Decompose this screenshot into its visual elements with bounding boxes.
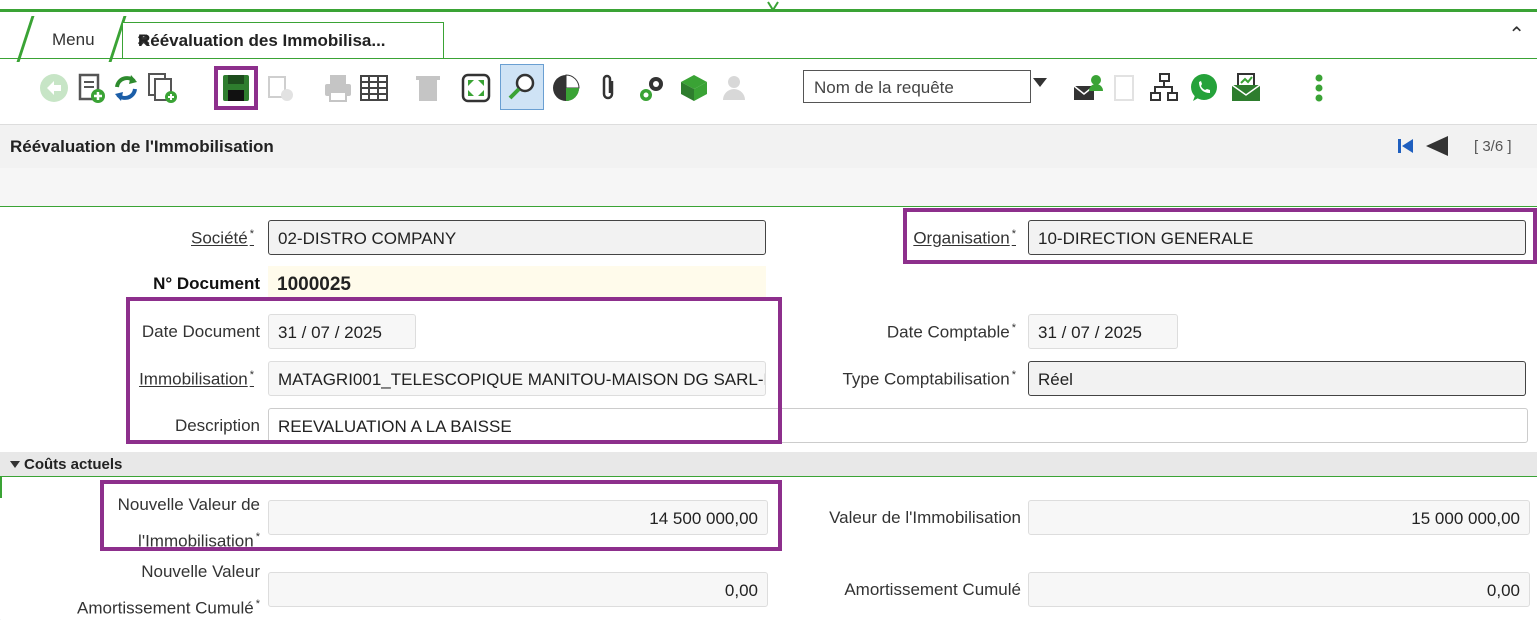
section-couts-actuels[interactable]: Coûts actuels xyxy=(0,452,1537,477)
chart-icon[interactable] xyxy=(548,68,584,108)
document-no-field[interactable]: 1000025 xyxy=(268,266,766,301)
record-counter: [ 3/6 ] xyxy=(1474,138,1512,155)
user-icon[interactable] xyxy=(718,68,754,108)
print-icon[interactable] xyxy=(320,68,356,108)
document-no-label: N° Document xyxy=(153,274,260,293)
more-icon[interactable] xyxy=(1310,68,1328,108)
first-record-icon[interactable] xyxy=(1397,138,1415,154)
delete-icon[interactable] xyxy=(410,68,446,108)
type-comptabilisation-label: Type Comptabilisation * xyxy=(842,369,1016,389)
nouvelle-valeur-label: Nouvelle Valeur de l'Immobilisation * xyxy=(117,495,260,551)
type-comptabilisation-field[interactable]: Réel xyxy=(1028,361,1526,396)
collapse-triangle-icon xyxy=(10,461,20,468)
undo-icon[interactable] xyxy=(36,68,72,108)
societe-field[interactable]: 02-DISTRO COMPANY xyxy=(268,220,766,255)
description-label: Description xyxy=(174,416,260,435)
immobilisation-label[interactable]: Immobilisation * xyxy=(139,369,254,390)
amort-cumule-field[interactable]: 0,00 xyxy=(1028,572,1530,607)
tab-reevaluation-label: Réévaluation des Immobilisa... xyxy=(138,31,386,50)
left-accent xyxy=(0,476,12,498)
tab-reevaluation[interactable]: Réévaluation des Immobilisa... ✖ xyxy=(122,22,444,59)
nouvelle-valeur-field[interactable]: 14 500 000,00 xyxy=(268,500,768,535)
archive-icon[interactable] xyxy=(676,68,712,108)
copy-record-icon[interactable] xyxy=(144,68,180,108)
attachment-icon[interactable] xyxy=(590,68,626,108)
new-record-icon[interactable] xyxy=(72,68,108,108)
amort-cumule-label: Amortissement Cumulé xyxy=(844,580,1021,599)
societe-label[interactable]: Société * xyxy=(191,228,254,249)
process-icon[interactable] xyxy=(634,68,670,108)
refresh-icon[interactable] xyxy=(108,68,144,108)
date-document-field[interactable]: 31 / 07 / 2025 xyxy=(268,314,416,349)
date-comptable-field[interactable]: 31 / 07 / 2025 xyxy=(1028,314,1178,349)
document-icon[interactable] xyxy=(1106,68,1142,108)
organisation-label[interactable]: Organisation * xyxy=(913,228,1016,249)
window-header: Réévaluation de l'Immobilisation [ 3/6 ] xyxy=(0,124,1537,169)
date-document-label: Date Document xyxy=(141,322,260,341)
send-mail-icon[interactable] xyxy=(1070,68,1106,108)
date-comptable-label: Date Comptable * xyxy=(886,322,1016,342)
copy-detail-icon[interactable] xyxy=(262,68,298,108)
grid-icon[interactable] xyxy=(356,68,392,108)
fullscreen-icon[interactable] xyxy=(458,68,494,108)
immobilisation-field[interactable]: MATAGRI001_TELESCOPIQUE MANITOU-MAISON D… xyxy=(268,361,766,396)
query-select-placeholder: Nom de la requête xyxy=(814,78,954,97)
organisation-field[interactable]: 10-DIRECTION GENERALE xyxy=(1028,220,1526,255)
left-decoration xyxy=(0,200,24,620)
nouvelle-amort-label: Nouvelle Valeur Amortissement Cumulé * xyxy=(77,562,260,618)
tab-menu-label: Menu xyxy=(52,30,95,49)
tab-menu[interactable]: Menu xyxy=(30,22,115,58)
valeur-immobilisation-label: Valeur de l'Immobilisation xyxy=(829,508,1021,527)
email-report-icon[interactable] xyxy=(1228,68,1264,108)
search-icon[interactable] xyxy=(500,64,544,110)
collapse-chevron-icon[interactable]: ⌃ xyxy=(1508,22,1525,47)
status-strip xyxy=(0,168,1537,207)
section-title: Coûts actuels xyxy=(24,456,123,473)
valeur-immobilisation-field[interactable]: 15 000 000,00 xyxy=(1028,500,1530,535)
chevron-down-icon[interactable] xyxy=(1033,78,1047,87)
save-icon[interactable] xyxy=(214,66,258,110)
page-title: Réévaluation de l'Immobilisation xyxy=(10,137,274,156)
previous-record-icon[interactable] xyxy=(1424,135,1450,157)
workflow-icon[interactable] xyxy=(1146,68,1182,108)
query-select[interactable]: Nom de la requête xyxy=(803,70,1031,103)
nouvelle-amort-field[interactable]: 0,00 xyxy=(268,572,768,607)
description-field[interactable]: REEVALUATION A LA BAISSE xyxy=(268,408,1528,443)
whatsapp-icon[interactable] xyxy=(1186,68,1222,108)
